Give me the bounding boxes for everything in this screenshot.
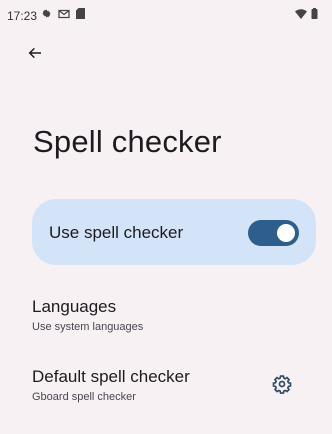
status-time: 17:23 bbox=[7, 9, 38, 23]
battery-icon bbox=[311, 8, 318, 19]
status-bar: 17:23 bbox=[0, 0, 332, 34]
spell-checker-settings-button[interactable] bbox=[272, 374, 294, 396]
switch-thumb bbox=[277, 224, 295, 242]
languages-title: Languages bbox=[32, 297, 117, 316]
gmail-icon bbox=[58, 9, 70, 18]
use-spell-checker-switch[interactable] bbox=[248, 220, 299, 246]
page-title: Spell checker bbox=[33, 124, 222, 159]
default-spell-checker-title: Default spell checker bbox=[32, 367, 190, 386]
use-spell-checker-label: Use spell checker bbox=[49, 223, 184, 242]
back-button[interactable] bbox=[22, 40, 48, 66]
gear-icon bbox=[272, 375, 292, 394]
arrow-left-icon bbox=[28, 47, 41, 59]
wifi-icon bbox=[295, 8, 307, 19]
use-spell-checker-toggle-row[interactable]: Use spell checker bbox=[32, 199, 316, 265]
sd-card-icon bbox=[76, 8, 85, 19]
default-spell-checker-subtitle: Gboard spell checker bbox=[32, 391, 136, 403]
languages-subtitle: Use system languages bbox=[32, 321, 144, 333]
settings-icon bbox=[42, 9, 51, 18]
